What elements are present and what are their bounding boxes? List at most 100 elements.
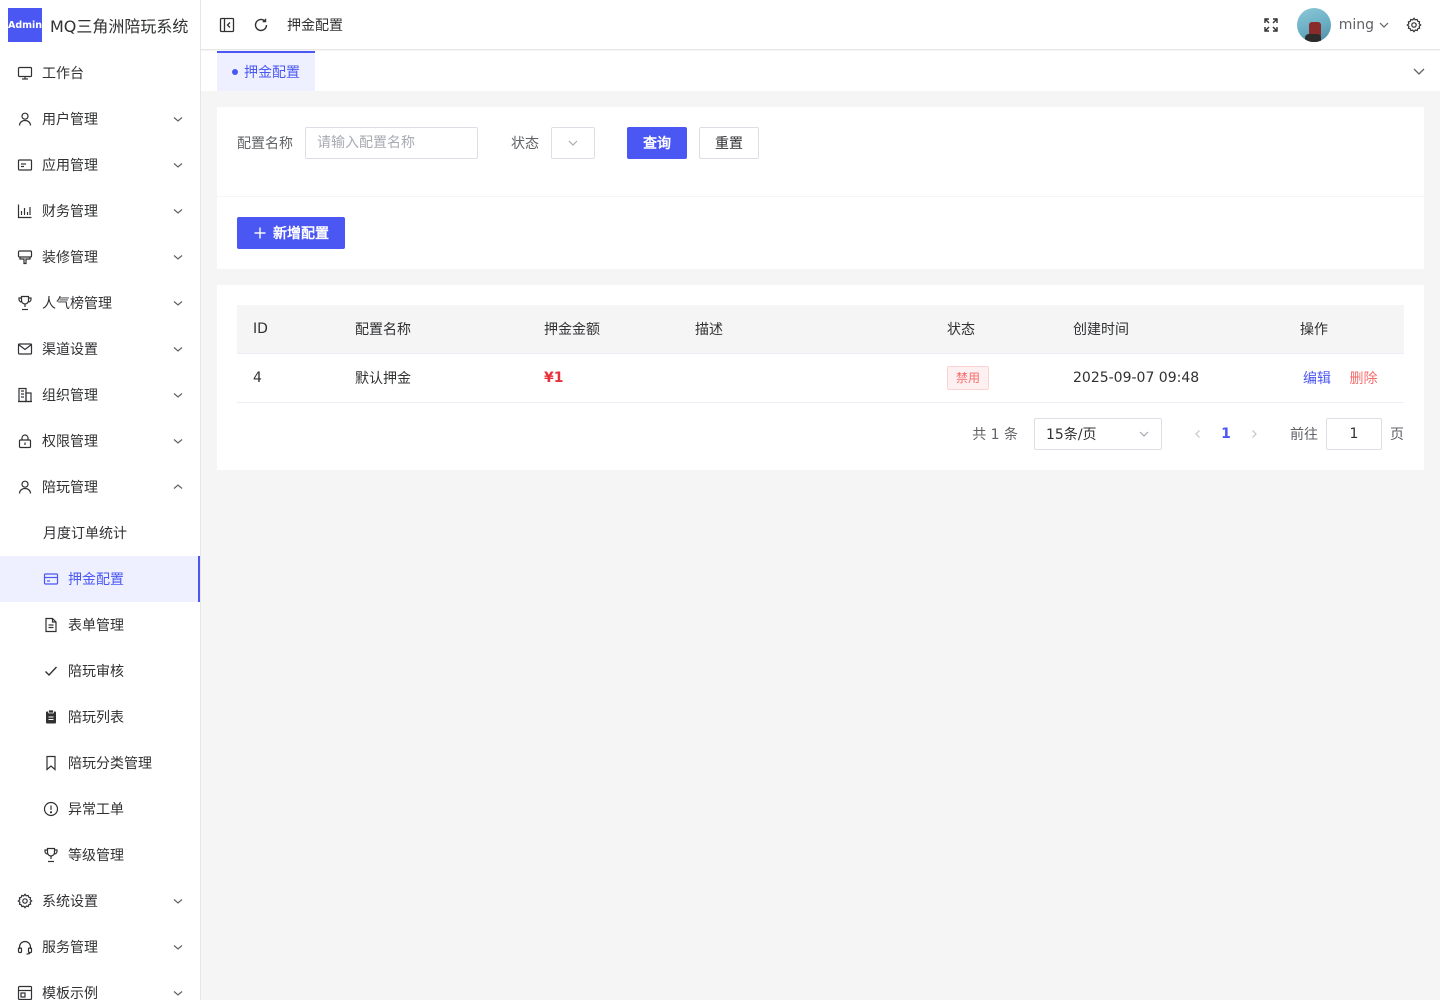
credit-card-icon bbox=[43, 571, 59, 587]
tabs-more-chevron-icon[interactable] bbox=[1412, 64, 1426, 78]
sidebar-item[interactable]: 人气榜管理 bbox=[0, 280, 200, 326]
sidebar-item-label: 系统设置 bbox=[42, 894, 98, 910]
plus-icon bbox=[254, 227, 266, 239]
tab-active-dot bbox=[232, 69, 238, 75]
user-name[interactable]: ming bbox=[1339, 17, 1374, 33]
clipboard-icon bbox=[43, 709, 59, 725]
trophy-icon bbox=[43, 847, 59, 863]
col-header-created-at: 创建时间 bbox=[1057, 305, 1284, 354]
check-icon bbox=[43, 663, 59, 679]
pagination-total: 共 1 条 bbox=[972, 427, 1018, 443]
avatar[interactable] bbox=[1296, 7, 1331, 42]
logo[interactable]: Admin MQ三角洲陪玩系统 bbox=[0, 0, 200, 50]
sidebar-item[interactable]: 财务管理 bbox=[0, 188, 200, 234]
query-button[interactable]: 查询 bbox=[627, 127, 687, 159]
sidebar-menu: 工作台用户管理应用管理财务管理装修管理 人气榜管理 渠道设置组织管理权限管理陪玩管理… bbox=[0, 50, 200, 1000]
table-row: 4 默认押金 ¥1 禁用 2025-09-07 09:48 编辑 删除 bbox=[237, 353, 1404, 403]
col-header-name: 配置名称 bbox=[339, 305, 528, 354]
sidebar: Admin MQ三角洲陪玩系统 工作台用户管理应用管理财务管理装修管理 人气榜管理… bbox=[0, 0, 201, 1000]
sidebar-item[interactable]: 等级管理 bbox=[0, 832, 200, 878]
chevron-down-icon bbox=[172, 941, 184, 953]
sidebar-item-label: 财务管理 bbox=[42, 204, 98, 220]
sidebar-item[interactable]: 权限管理 bbox=[0, 418, 200, 464]
app-card-icon bbox=[17, 157, 33, 173]
sidebar-item[interactable]: 服务管理 bbox=[0, 924, 200, 970]
col-header-status: 状态 bbox=[931, 305, 1057, 354]
chevron-up-icon bbox=[172, 481, 184, 493]
cell-name: 默认押金 bbox=[339, 353, 528, 403]
top-header: 押金配置 ming bbox=[201, 0, 1440, 50]
bar-chart-icon bbox=[17, 203, 33, 219]
chevron-down-icon bbox=[172, 895, 184, 907]
sidebar-item[interactable]: 系统设置 bbox=[0, 878, 200, 924]
toolbar-panel: 新增配置 bbox=[217, 197, 1424, 269]
headset-icon bbox=[17, 939, 33, 955]
sidebar-item[interactable]: 渠道设置 bbox=[0, 326, 200, 372]
logo-badge: Admin bbox=[8, 8, 42, 42]
table-panel: ID 配置名称 押金金额 描述 状态 创建时间 操作 4 默认押金 ¥1 禁用 … bbox=[217, 285, 1424, 470]
deposit-config-table: ID 配置名称 押金金额 描述 状态 创建时间 操作 4 默认押金 ¥1 禁用 … bbox=[237, 305, 1404, 403]
sidebar-item[interactable]: 陪玩列表 bbox=[0, 694, 200, 740]
sidebar-item-label: 押金配置 bbox=[68, 572, 124, 588]
config-name-label: 配置名称 bbox=[237, 136, 293, 152]
tab-label: 押金配置 bbox=[244, 65, 300, 81]
tab-deposit-config[interactable]: 押金配置 bbox=[217, 51, 315, 91]
sidebar-item-label: 陪玩管理 bbox=[42, 480, 98, 496]
reset-button[interactable]: 重置 bbox=[699, 127, 759, 159]
collapse-sidebar-icon[interactable] bbox=[217, 15, 237, 35]
sidebar-item-label: 等级管理 bbox=[68, 848, 124, 864]
next-page-icon[interactable] bbox=[1242, 422, 1266, 446]
sidebar-item[interactable]: 陪玩审核 bbox=[0, 648, 200, 694]
warning-circle-icon bbox=[43, 801, 59, 817]
cell-actions: 编辑 删除 bbox=[1284, 353, 1404, 403]
sidebar-item[interactable]: 陪玩管理 bbox=[0, 464, 200, 510]
page-number-current[interactable]: 1 bbox=[1210, 426, 1242, 442]
config-name-input[interactable] bbox=[305, 127, 478, 159]
gear-icon bbox=[17, 893, 33, 909]
sidebar-item-label: 组织管理 bbox=[42, 388, 98, 404]
sidebar-item[interactable]: 陪玩分类管理 bbox=[0, 740, 200, 786]
lock-icon bbox=[17, 433, 33, 449]
sidebar-item[interactable]: 用户管理 bbox=[0, 96, 200, 142]
brush-icon bbox=[17, 249, 33, 265]
goto-page-input[interactable] bbox=[1326, 418, 1382, 450]
sidebar-item[interactable]: 异常工单 bbox=[0, 786, 200, 832]
col-header-description: 描述 bbox=[679, 305, 931, 354]
chevron-down-icon bbox=[172, 987, 184, 999]
sidebar-item[interactable]: 押金配置 bbox=[0, 556, 200, 602]
sidebar-item[interactable]: 应用管理 bbox=[0, 142, 200, 188]
sidebar-item[interactable]: 装修管理 bbox=[0, 234, 200, 280]
col-header-amount: 押金金额 bbox=[528, 305, 679, 354]
cell-id: 4 bbox=[237, 353, 339, 403]
status-badge: 禁用 bbox=[947, 365, 990, 390]
chevron-down-icon bbox=[172, 343, 184, 355]
settings-gear-icon[interactable] bbox=[1404, 15, 1424, 35]
app-title: MQ三角洲陪玩系统 bbox=[50, 17, 189, 36]
col-header-actions: 操作 bbox=[1284, 305, 1404, 354]
template-icon bbox=[17, 985, 33, 1000]
cell-description bbox=[679, 353, 931, 403]
edit-link[interactable]: 编辑 bbox=[1303, 371, 1331, 387]
sidebar-item-label: 模板示例 bbox=[42, 986, 98, 1000]
sidebar-item-label: 月度订单统计 bbox=[43, 526, 127, 542]
sidebar-item[interactable]: 月度订单统计 bbox=[0, 510, 200, 556]
status-select[interactable] bbox=[551, 127, 595, 159]
sidebar-item[interactable]: 模板示例 bbox=[0, 970, 200, 1000]
add-config-button[interactable]: 新增配置 bbox=[237, 217, 345, 249]
prev-page-icon[interactable] bbox=[1186, 422, 1210, 446]
fullscreen-icon[interactable] bbox=[1261, 15, 1281, 35]
page-size-select[interactable]: 15条/页 bbox=[1034, 418, 1162, 450]
refresh-icon[interactable] bbox=[251, 15, 271, 35]
sidebar-item[interactable]: 组织管理 bbox=[0, 372, 200, 418]
sidebar-item[interactable]: 工作台 bbox=[0, 50, 200, 96]
pagination: 共 1 条 15条/页 1 前往 页 bbox=[972, 418, 1404, 450]
sidebar-item-label: 异常工单 bbox=[68, 802, 124, 818]
trophy-icon bbox=[17, 295, 33, 311]
chevron-down-icon[interactable] bbox=[1378, 19, 1390, 31]
chevron-down-icon bbox=[568, 140, 578, 146]
sidebar-item[interactable]: 表单管理 bbox=[0, 602, 200, 648]
delete-link[interactable]: 删除 bbox=[1349, 371, 1377, 387]
building-icon bbox=[17, 387, 33, 403]
sidebar-item-label: 用户管理 bbox=[42, 112, 98, 128]
chevron-down-icon bbox=[172, 205, 184, 217]
